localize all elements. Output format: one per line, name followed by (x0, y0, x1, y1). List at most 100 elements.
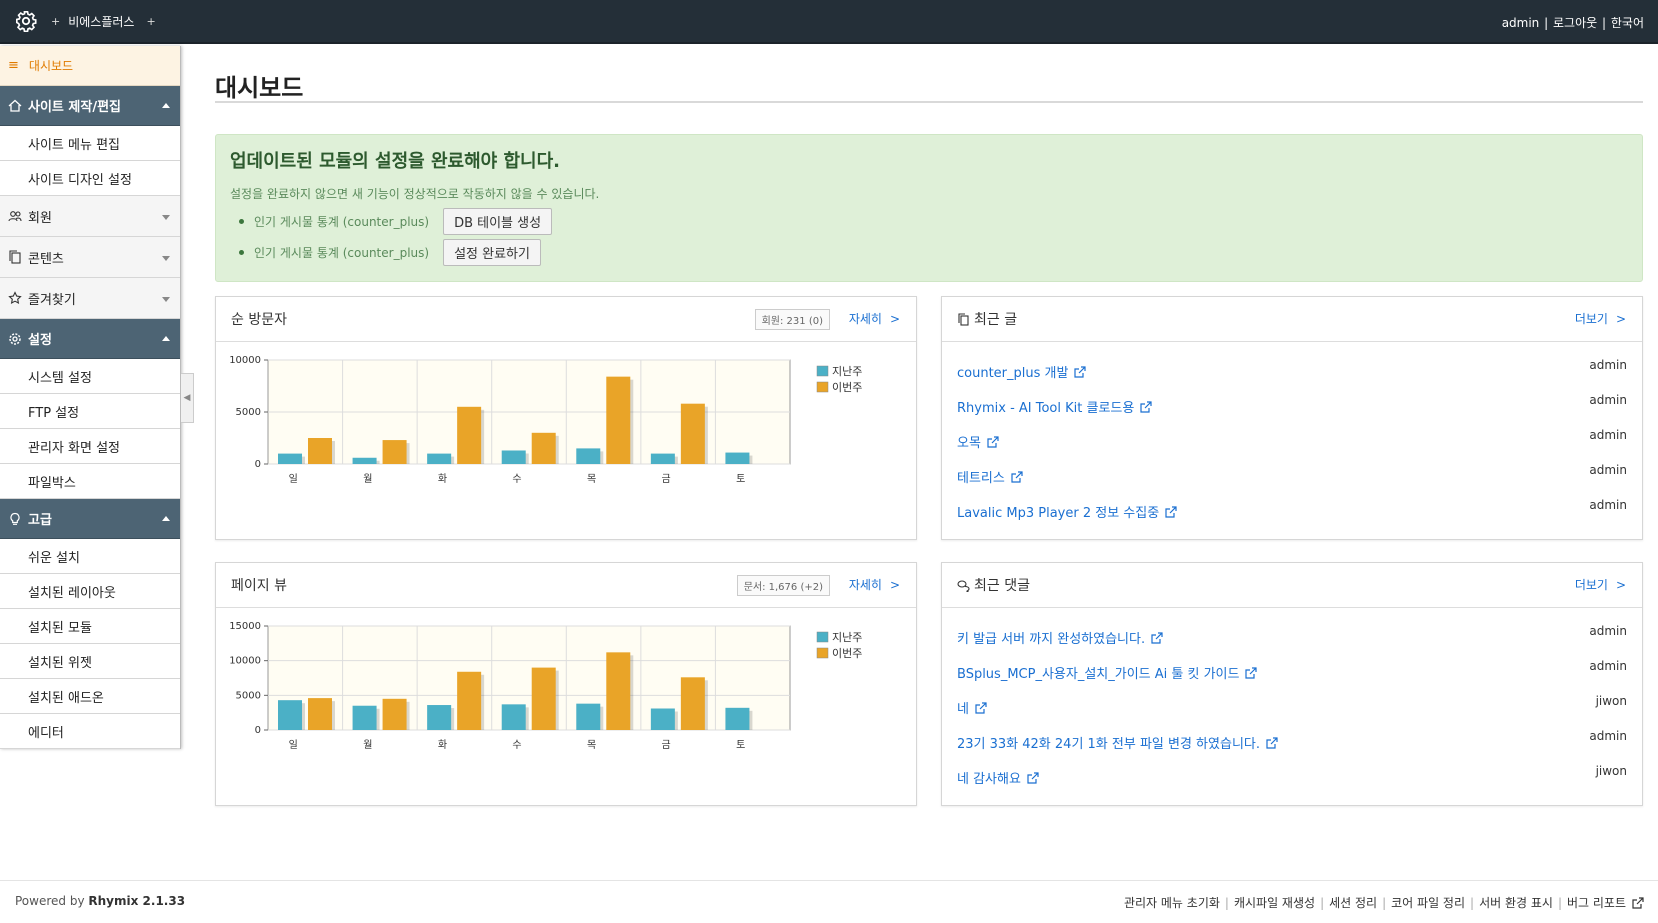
bullet-icon (239, 219, 244, 224)
alert-item-label: 인기 게시물 통계 (counter_plus) (254, 215, 430, 229)
post-title-link[interactable]: counter_plus 개발 (957, 362, 1068, 381)
sidebar-collapse-toggle[interactable]: ◀ (181, 373, 194, 423)
list-item: Rhymix - AI Tool Kit 클로드용 admin (957, 389, 1627, 424)
sidebar-item-layouts[interactable]: 설치된 레이아웃 (0, 574, 180, 609)
chevron-left-icon: ◀ (183, 393, 191, 403)
visitors-detail-link[interactable]: 자세히 > (849, 310, 900, 327)
alert-item-label: 인기 게시물 통계 (counter_plus) (254, 246, 430, 260)
external-link-icon (1245, 666, 1258, 679)
footer-link[interactable]: 세션 정리 (1329, 894, 1377, 911)
sidebar-group-advanced[interactable]: 고급 (0, 499, 180, 539)
post-title-link[interactable]: 테트리스 (957, 467, 1005, 486)
y-tick-label: 5000 (236, 407, 261, 418)
sidebar-item-admin-settings[interactable]: 관리자 화면 설정 (0, 429, 180, 464)
sidebar-group-favorites[interactable]: 즐겨찾기 (0, 278, 180, 319)
panel-title-text: 최근 글 (974, 312, 1018, 328)
sidebar: ≡ 대시보드 사이트 제작/편집 사이트 메뉴 편집 사이트 디자인 설정 회원… (0, 46, 181, 749)
x-tick-label: 화 (438, 739, 447, 751)
user-link[interactable]: admin (1502, 16, 1540, 30)
x-tick-label: 수 (512, 739, 521, 751)
sidebar-item-site-menu[interactable]: 사이트 메뉴 편집 (0, 126, 180, 161)
footer-link[interactable]: 버그 리포트 (1567, 894, 1626, 911)
link-label: 자세히 (848, 312, 882, 326)
footer-link[interactable]: 캐시파일 재생성 (1234, 894, 1315, 911)
user-links: admin | 로그아웃 | 한국어 (1502, 14, 1644, 31)
gear-icon (9, 332, 21, 345)
panel-title: 순 방문자 (231, 312, 287, 328)
list-item: BSplus_MCP_사용자_설치_가이드 Ai 툴 킷 가이드 admin (957, 655, 1627, 690)
caret-down-icon (162, 215, 170, 220)
sidebar-item-ftp-settings[interactable]: FTP 설정 (0, 394, 180, 429)
create-db-table-button[interactable]: DB 테이블 생성 (443, 208, 553, 235)
legend-swatch (816, 647, 829, 659)
footer-link[interactable]: 관리자 메뉴 초기화 (1124, 894, 1220, 911)
alert-description: 설정을 완료하지 않으면 새 기능이 정상적으로 작동하지 않을 수 있습니다. (230, 187, 600, 201)
panel-header: 순 방문자 회원: 231 (0) 자세히 > (216, 297, 916, 342)
pageviews-detail-link[interactable]: 자세히 > (849, 576, 900, 593)
sidebar-item-filebox[interactable]: 파일박스 (0, 464, 180, 499)
separator: | (1557, 895, 1562, 910)
users-icon (8, 211, 22, 222)
panel-header: 페이지 뷰 문서: 1,676 (+2) 자세히 > (216, 563, 916, 608)
comment-title-link[interactable]: 키 발급 서버 까지 완성하였습니다. (957, 628, 1145, 647)
caret-up-icon (162, 103, 170, 108)
lightbulb-icon (10, 512, 20, 525)
comment-title-link[interactable]: 네 감사해요 (957, 768, 1021, 787)
link-label: 더보기 (1574, 578, 1608, 592)
sidebar-item-easy-install[interactable]: 쉬운 설치 (0, 539, 180, 574)
gear-icon[interactable] (15, 10, 37, 32)
sidebar-group-label: 설정 (28, 333, 52, 348)
sidebar-item-system-settings[interactable]: 시스템 설정 (0, 359, 180, 394)
caret-up-icon (162, 516, 170, 521)
sidebar-item-site-design[interactable]: 사이트 디자인 설정 (0, 161, 180, 196)
post-title-link[interactable]: 오목 (957, 432, 981, 451)
list-item: 오목 admin (957, 424, 1627, 459)
external-link-icon (1027, 771, 1039, 784)
logout-link[interactable]: 로그아웃 (1553, 16, 1597, 30)
sidebar-group-site[interactable]: 사이트 제작/편집 (0, 86, 180, 126)
post-title-link[interactable]: Rhymix - AI Tool Kit 클로드용 (957, 397, 1134, 416)
recent-posts-list: counter_plus 개발 admin Rhymix - AI Tool Kit… (942, 342, 1642, 529)
sidebar-item-addons[interactable]: 설치된 애드온 (0, 679, 180, 714)
copy-icon (958, 312, 969, 326)
sidebar-item-label: 시스템 설정 (28, 370, 92, 386)
y-tick-label: 10000 (229, 656, 261, 667)
external-link-icon (987, 435, 999, 448)
legend-swatch (816, 381, 829, 393)
footer-link[interactable]: 서버 환경 표시 (1479, 894, 1553, 911)
sidebar-group-settings[interactable]: 설정 (0, 319, 180, 359)
sidebar-group-member[interactable]: 회원 (0, 196, 180, 237)
y-tick-label: 10000 (229, 355, 261, 366)
update-alert: 업데이트된 모듈의 설정을 완료해야 합니다. 설정을 완료하지 않으면 새 기… (215, 134, 1643, 282)
sidebar-item-widgets[interactable]: 설치된 위젯 (0, 644, 180, 679)
bar (427, 453, 452, 464)
sidebar-group-contents[interactable]: 콘텐츠 (0, 237, 180, 278)
comment-title-link[interactable]: 23기 33화 42화 24기 1화 전부 파일 변경 하였습니다. (957, 733, 1260, 752)
sidebar-item-dashboard[interactable]: ≡ 대시보드 (0, 46, 180, 86)
footer: Powered by Rhymix 2.1.33 관리자 메뉴 초기화 | 캐시파일… (0, 880, 1658, 923)
comment-title-link[interactable]: BSplus_MCP_사용자_설치_가이드 Ai 툴 킷 가이드 (957, 663, 1239, 682)
language-link[interactable]: 한국어 (1611, 16, 1644, 30)
sidebar-item-label: 사이트 디자인 설정 (28, 172, 132, 188)
site-brand[interactable]: 비에스플러스 (68, 13, 134, 30)
recent-comments-more-link[interactable]: 더보기 > (1575, 576, 1626, 593)
sidebar-item-editor[interactable]: 에디터 (0, 714, 180, 749)
chevron-right-icon: > (889, 312, 900, 326)
complete-settings-button[interactable]: 설정 완료하기 (443, 239, 541, 266)
bar (382, 440, 407, 464)
comments-icon (957, 579, 970, 592)
list-item: 키 발급 서버 까지 완성하였습니다. admin (957, 620, 1627, 655)
recent-posts-panel: 최근 글 더보기 > counter_plus 개발 admin Rhymix - A… (941, 296, 1643, 540)
sidebar-item-label: 설치된 위젯 (28, 655, 92, 671)
recent-posts-more-link[interactable]: 더보기 > (1575, 310, 1626, 327)
comment-title-link[interactable]: 네 (957, 698, 969, 717)
post-title-link[interactable]: Lavalic Mp3 Player 2 정보 수집중 (957, 502, 1159, 521)
external-link-icon (1266, 736, 1278, 749)
member-count-badge: 회원: 231 (0) (754, 309, 830, 330)
product-version[interactable]: Rhymix 2.1.33 (88, 894, 185, 908)
main-content: 대시보드 업데이트된 모듈의 설정을 완료해야 합니다. 설정을 완료하지 않으… (215, 46, 1643, 806)
sidebar-item-modules[interactable]: 설치된 모듈 (0, 609, 180, 644)
footer-link[interactable]: 코어 파일 정리 (1391, 894, 1465, 911)
bar (576, 703, 601, 730)
plus-icon: + (51, 14, 61, 28)
